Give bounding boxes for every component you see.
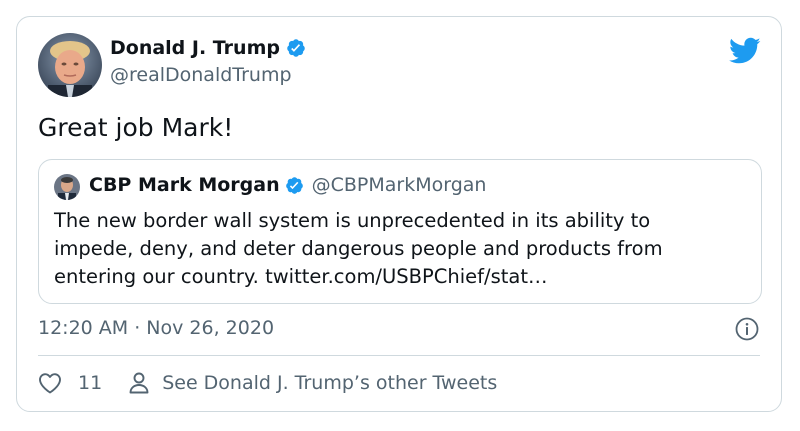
quoted-author-avatar	[54, 174, 80, 200]
author-name[interactable]: Donald J. Trump	[110, 37, 306, 59]
verified-badge-icon	[287, 39, 305, 57]
heart-icon[interactable]	[38, 372, 62, 394]
embedded-tweet-card[interactable]: Donald J. Trump @realDonaldTrump Great j…	[16, 16, 782, 412]
tweet-timestamp[interactable]: 12:20 AM · Nov 26, 2020	[38, 317, 274, 339]
author-name-text: Donald J. Trump	[110, 37, 280, 59]
quoted-tweet-text: The new border wall system is unpreceden…	[54, 207, 754, 291]
author-avatar[interactable]	[38, 33, 102, 97]
twitter-bird-icon[interactable]	[729, 37, 761, 65]
quoted-author-name: CBP Mark Morgan	[89, 174, 280, 196]
author-handle[interactable]: @realDonaldTrump	[110, 64, 292, 86]
verified-badge-icon	[285, 176, 303, 194]
tweet-actions: 11 See Donald J. Trump’s other Tweets	[38, 371, 497, 395]
quoted-text-line: entering our country. twitter.com/USBPCh…	[54, 265, 548, 288]
like-count[interactable]: 11	[78, 372, 102, 394]
tweet-text: Great job Mark!	[38, 113, 234, 142]
person-icon[interactable]	[128, 371, 150, 395]
footer-divider	[38, 355, 760, 356]
other-tweets-link[interactable]: See Donald J. Trump’s other Tweets	[162, 372, 497, 394]
quoted-text-line: impede, deny, and deter dangerous people…	[54, 237, 663, 260]
quoted-author-handle: @CBPMarkMorgan	[311, 174, 487, 196]
quoted-text-line: The new border wall system is unpreceden…	[54, 209, 651, 232]
quoted-tweet[interactable]: CBP Mark Morgan @CBPMarkMorgan The new b…	[38, 159, 762, 304]
info-icon[interactable]	[735, 317, 759, 341]
quoted-tweet-header: CBP Mark Morgan @CBPMarkMorgan	[89, 174, 486, 196]
